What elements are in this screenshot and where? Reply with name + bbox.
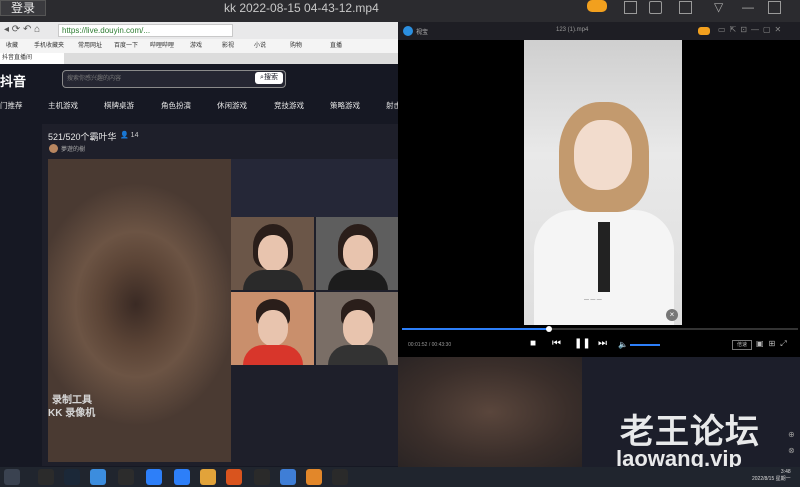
google-icon[interactable] xyxy=(254,469,270,485)
search-button-label: 搜索 xyxy=(263,74,278,81)
bookmark-item[interactable]: 直播 xyxy=(330,40,342,49)
category-tab[interactable]: 策略游戏 xyxy=(330,100,360,111)
video-frame[interactable]: — — — × xyxy=(524,40,682,325)
category-tab[interactable]: 角色扮演 xyxy=(161,100,191,111)
search-input[interactable]: 搜索你感兴趣的内容 xyxy=(67,73,121,82)
volume-slider[interactable] xyxy=(630,344,660,346)
side-icons[interactable]: ⊕ ⊗ xyxy=(788,427,795,459)
category-tab[interactable]: 棋牌桌游 xyxy=(104,100,134,111)
url-field[interactable]: https://live.douyin.com/... xyxy=(58,24,233,37)
window-icon[interactable] xyxy=(679,1,692,14)
steam-icon[interactable] xyxy=(64,469,80,485)
bookmark-item[interactable]: 常用网址 xyxy=(78,40,102,49)
firefox-icon[interactable] xyxy=(226,469,242,485)
player-file-name: 123 (1).mp4 xyxy=(556,27,589,33)
stop-icon[interactable]: ■ xyxy=(530,338,536,349)
viewer-count-value: 14 xyxy=(130,132,139,139)
guest-cam[interactable] xyxy=(316,292,399,365)
recorder-app-icon[interactable] xyxy=(306,469,322,485)
douyin-logo[interactable]: 抖音 xyxy=(0,71,26,90)
category-tab[interactable]: 竞技游戏 xyxy=(274,100,304,111)
progress-fill xyxy=(402,328,549,330)
viewer-count: 👤 14 xyxy=(120,131,138,139)
watermark-line1: 录制工具 xyxy=(52,395,92,406)
player-logo-icon xyxy=(403,26,413,36)
bookmarks-bar: 收藏 手机收藏夹 常用网址 百度一下 哔哩哔哩 游戏 影视 小说 购物 直播 xyxy=(0,39,400,53)
link-icon[interactable] xyxy=(118,469,134,485)
bookmark-item[interactable]: 百度一下 xyxy=(114,40,138,49)
user-icon: 👤 xyxy=(120,132,129,139)
host-name[interactable]: 夢遊的樹 xyxy=(61,144,85,153)
progress-handle[interactable] xyxy=(545,326,552,332)
category-nav: 门推荐 主机游戏 棋牌桌游 角色扮演 休闲游戏 竞技游戏 策略游戏 射击 xyxy=(0,98,401,116)
taskbar-app-icon[interactable] xyxy=(332,469,348,485)
share-icon[interactable] xyxy=(649,1,662,14)
watermark-line2: KK 录像机 xyxy=(48,408,96,419)
player-app-name[interactable]: 视宝 xyxy=(416,27,428,36)
bookmark-item[interactable]: 游戏 xyxy=(190,40,202,49)
tab-douyin[interactable]: 抖音直播间 xyxy=(0,53,64,64)
system-clock[interactable]: 3:48 2022/8/15 星期一 xyxy=(752,469,791,483)
room-title: 521/520个霸叶华 xyxy=(48,132,117,142)
recorder-watermark: 录制工具 KK 录像机 xyxy=(48,394,95,420)
clock-time: 3:48 xyxy=(780,469,791,475)
video-subject-tie xyxy=(598,222,610,292)
taskbar: 3:48 2022/8/15 星期一 xyxy=(0,467,800,487)
close-icon[interactable]: × xyxy=(666,309,678,321)
player-extra-controls[interactable]: ▣⊞⤢ xyxy=(756,339,792,349)
bookmark-item[interactable]: 影视 xyxy=(222,40,234,49)
browser-nav-icons[interactable]: ◂ ⟳ ↶ ⌂ xyxy=(4,24,40,35)
dropdown-icon[interactable]: ▽ xyxy=(714,0,723,14)
tab-strip: 抖音直播间 xyxy=(0,53,400,64)
guest-cam[interactable] xyxy=(231,217,314,290)
speed-button[interactable]: 倍速 xyxy=(732,340,752,350)
bookmark-item[interactable]: 哔哩哔哩 xyxy=(150,40,174,49)
player-title-bar: 视宝 123 (1).mp4 ▭⇱⊡—▢✕ xyxy=(398,22,800,40)
maximize-icon[interactable] xyxy=(768,1,781,14)
search-button[interactable]: ⌕搜索 xyxy=(255,72,283,84)
time-display: 00:01:52 / 00:43:30 xyxy=(408,342,452,348)
avatar[interactable] xyxy=(49,144,58,153)
recorder-title-bar: 登录 kk 2022-08-15 04-43-12.mp4 ▽ — xyxy=(0,0,800,22)
close-app-icon[interactable] xyxy=(146,469,162,485)
player-window-controls[interactable]: ▭⇱⊡—▢✕ xyxy=(718,25,785,34)
progress-bar[interactable] xyxy=(402,326,798,332)
guest-cam[interactable] xyxy=(231,292,314,365)
video-caption: — — — xyxy=(584,297,602,303)
media-player-window: 视宝 123 (1).mp4 ▭⇱⊡—▢✕ — — — × 00:01:52 /… xyxy=(398,22,800,357)
video-subject-face xyxy=(574,120,632,190)
clock-date: 2022/8/15 星期一 xyxy=(752,476,791,482)
next-icon[interactable]: ⏭ xyxy=(598,338,607,349)
owl-app-icon[interactable] xyxy=(200,469,216,485)
video-panel xyxy=(231,159,400,217)
bookmark-item[interactable]: 手机收藏夹 xyxy=(34,40,64,49)
search-box[interactable]: 搜索你感兴趣的内容 ⌕搜索 xyxy=(62,70,286,88)
volume-icon[interactable]: 🔈 xyxy=(618,340,628,349)
bookmark-item[interactable]: 购物 xyxy=(290,40,302,49)
previous-icon[interactable]: ⏮ xyxy=(552,338,561,349)
category-tab[interactable]: 门推荐 xyxy=(0,100,23,111)
save-icon[interactable] xyxy=(624,1,637,14)
live-room-card[interactable]: 521/520个霸叶华 👤 14 夢遊的樹 录制工具 KK 录像机 xyxy=(42,124,400,466)
recording-file-title: kk 2022-08-15 04-43-12.mp4 xyxy=(224,1,379,15)
category-tab[interactable]: 主机游戏 xyxy=(48,100,78,111)
login-button[interactable]: 登录 xyxy=(0,0,46,16)
pause-icon[interactable]: ❚❚ xyxy=(574,338,591,349)
game-controller-icon[interactable] xyxy=(698,27,710,35)
category-tab[interactable]: 休闲游戏 xyxy=(217,100,247,111)
douyin-header: 抖音 搜索你感兴趣的内容 ⌕搜索 xyxy=(0,64,400,92)
bookmark-item[interactable]: 小说 xyxy=(254,40,266,49)
browser-icon[interactable] xyxy=(90,469,106,485)
guest-cam[interactable] xyxy=(316,217,399,290)
minimize-icon[interactable]: — xyxy=(742,0,754,14)
background-video-blur xyxy=(398,357,582,467)
address-bar-row: ◂ ⟳ ↶ ⌂ https://live.douyin.com/... xyxy=(0,22,400,39)
browser-window: ◂ ⟳ ↶ ⌂ https://live.douyin.com/... 收藏 手… xyxy=(0,22,401,467)
bookmark-item[interactable]: 收藏 xyxy=(6,40,18,49)
x-app-icon[interactable] xyxy=(174,469,190,485)
start-icon[interactable] xyxy=(4,469,20,485)
sogou-icon[interactable] xyxy=(280,469,296,485)
game-controller-icon[interactable] xyxy=(587,0,607,12)
taskbar-app-icon[interactable] xyxy=(38,469,54,485)
